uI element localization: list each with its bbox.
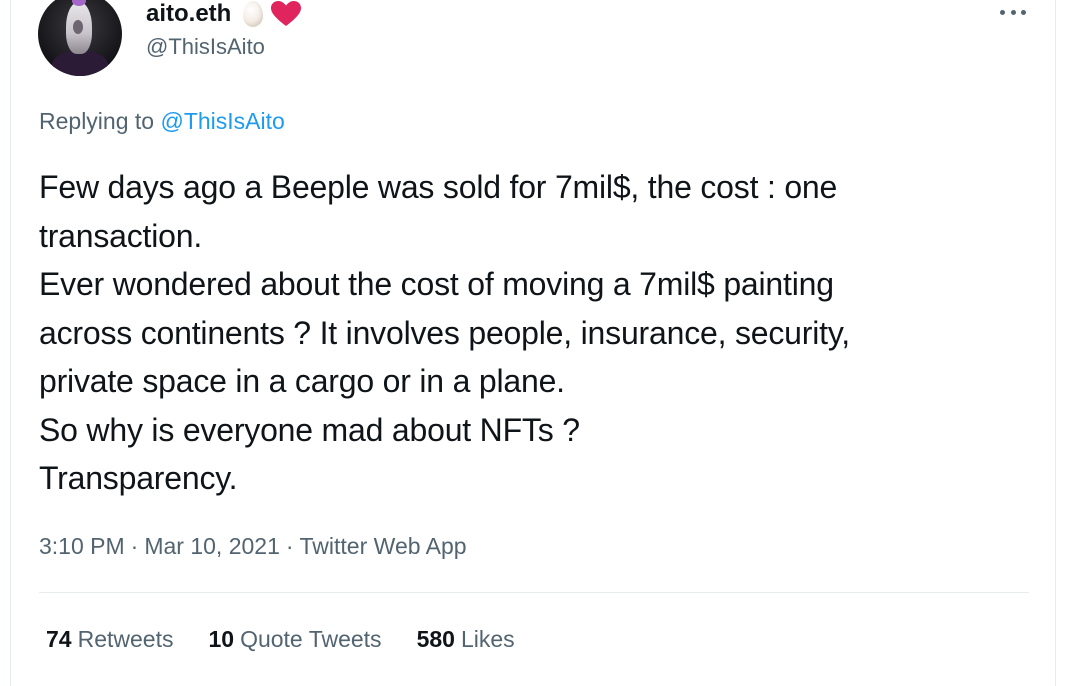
engagement-stats: 74 Retweets 10 Quote Tweets 580 Likes xyxy=(46,626,515,653)
quote-tweets-label: Quote Tweets xyxy=(240,626,382,652)
avatar-figure xyxy=(66,2,92,54)
tweet-source[interactable]: Twitter Web App xyxy=(300,533,467,560)
heart-icon xyxy=(271,1,302,26)
likes-count: 580 xyxy=(416,626,455,652)
likes-label: Likes xyxy=(460,626,515,652)
replying-to-label: Replying to xyxy=(39,108,155,134)
retweets-label: Retweets xyxy=(77,626,174,652)
meta-separator: · xyxy=(285,533,294,559)
retweets-count: 74 xyxy=(46,626,72,652)
more-options-icon[interactable] xyxy=(1000,2,1026,22)
quote-tweets-count: 10 xyxy=(208,626,235,652)
meta-separator: · xyxy=(130,533,139,559)
tweet-meta: 3:10 PM · Mar 10, 2021 · Twitter Web App xyxy=(39,533,467,560)
author-name-row: aito.eth xyxy=(146,0,302,29)
retweets-stat[interactable]: 74 Retweets xyxy=(46,626,173,653)
tweet-time[interactable]: 3:10 PM xyxy=(39,533,125,560)
author-display-name[interactable]: aito.eth xyxy=(146,0,231,28)
author-handle[interactable]: @ThisIsAito xyxy=(146,34,265,60)
replying-to: Replying to @ThisIsAito xyxy=(39,108,285,135)
tweet-text: Few days ago a Beeple was sold for 7mil$… xyxy=(39,169,850,496)
quote-tweets-stat[interactable]: 10 Quote Tweets xyxy=(208,626,381,653)
likes-stat[interactable]: 580 Likes xyxy=(417,626,515,653)
tweet-date[interactable]: Mar 10, 2021 xyxy=(144,533,280,560)
replying-to-mention-link[interactable]: @ThisIsAito xyxy=(160,108,284,134)
divider xyxy=(39,592,1029,593)
egg-icon xyxy=(243,1,264,27)
